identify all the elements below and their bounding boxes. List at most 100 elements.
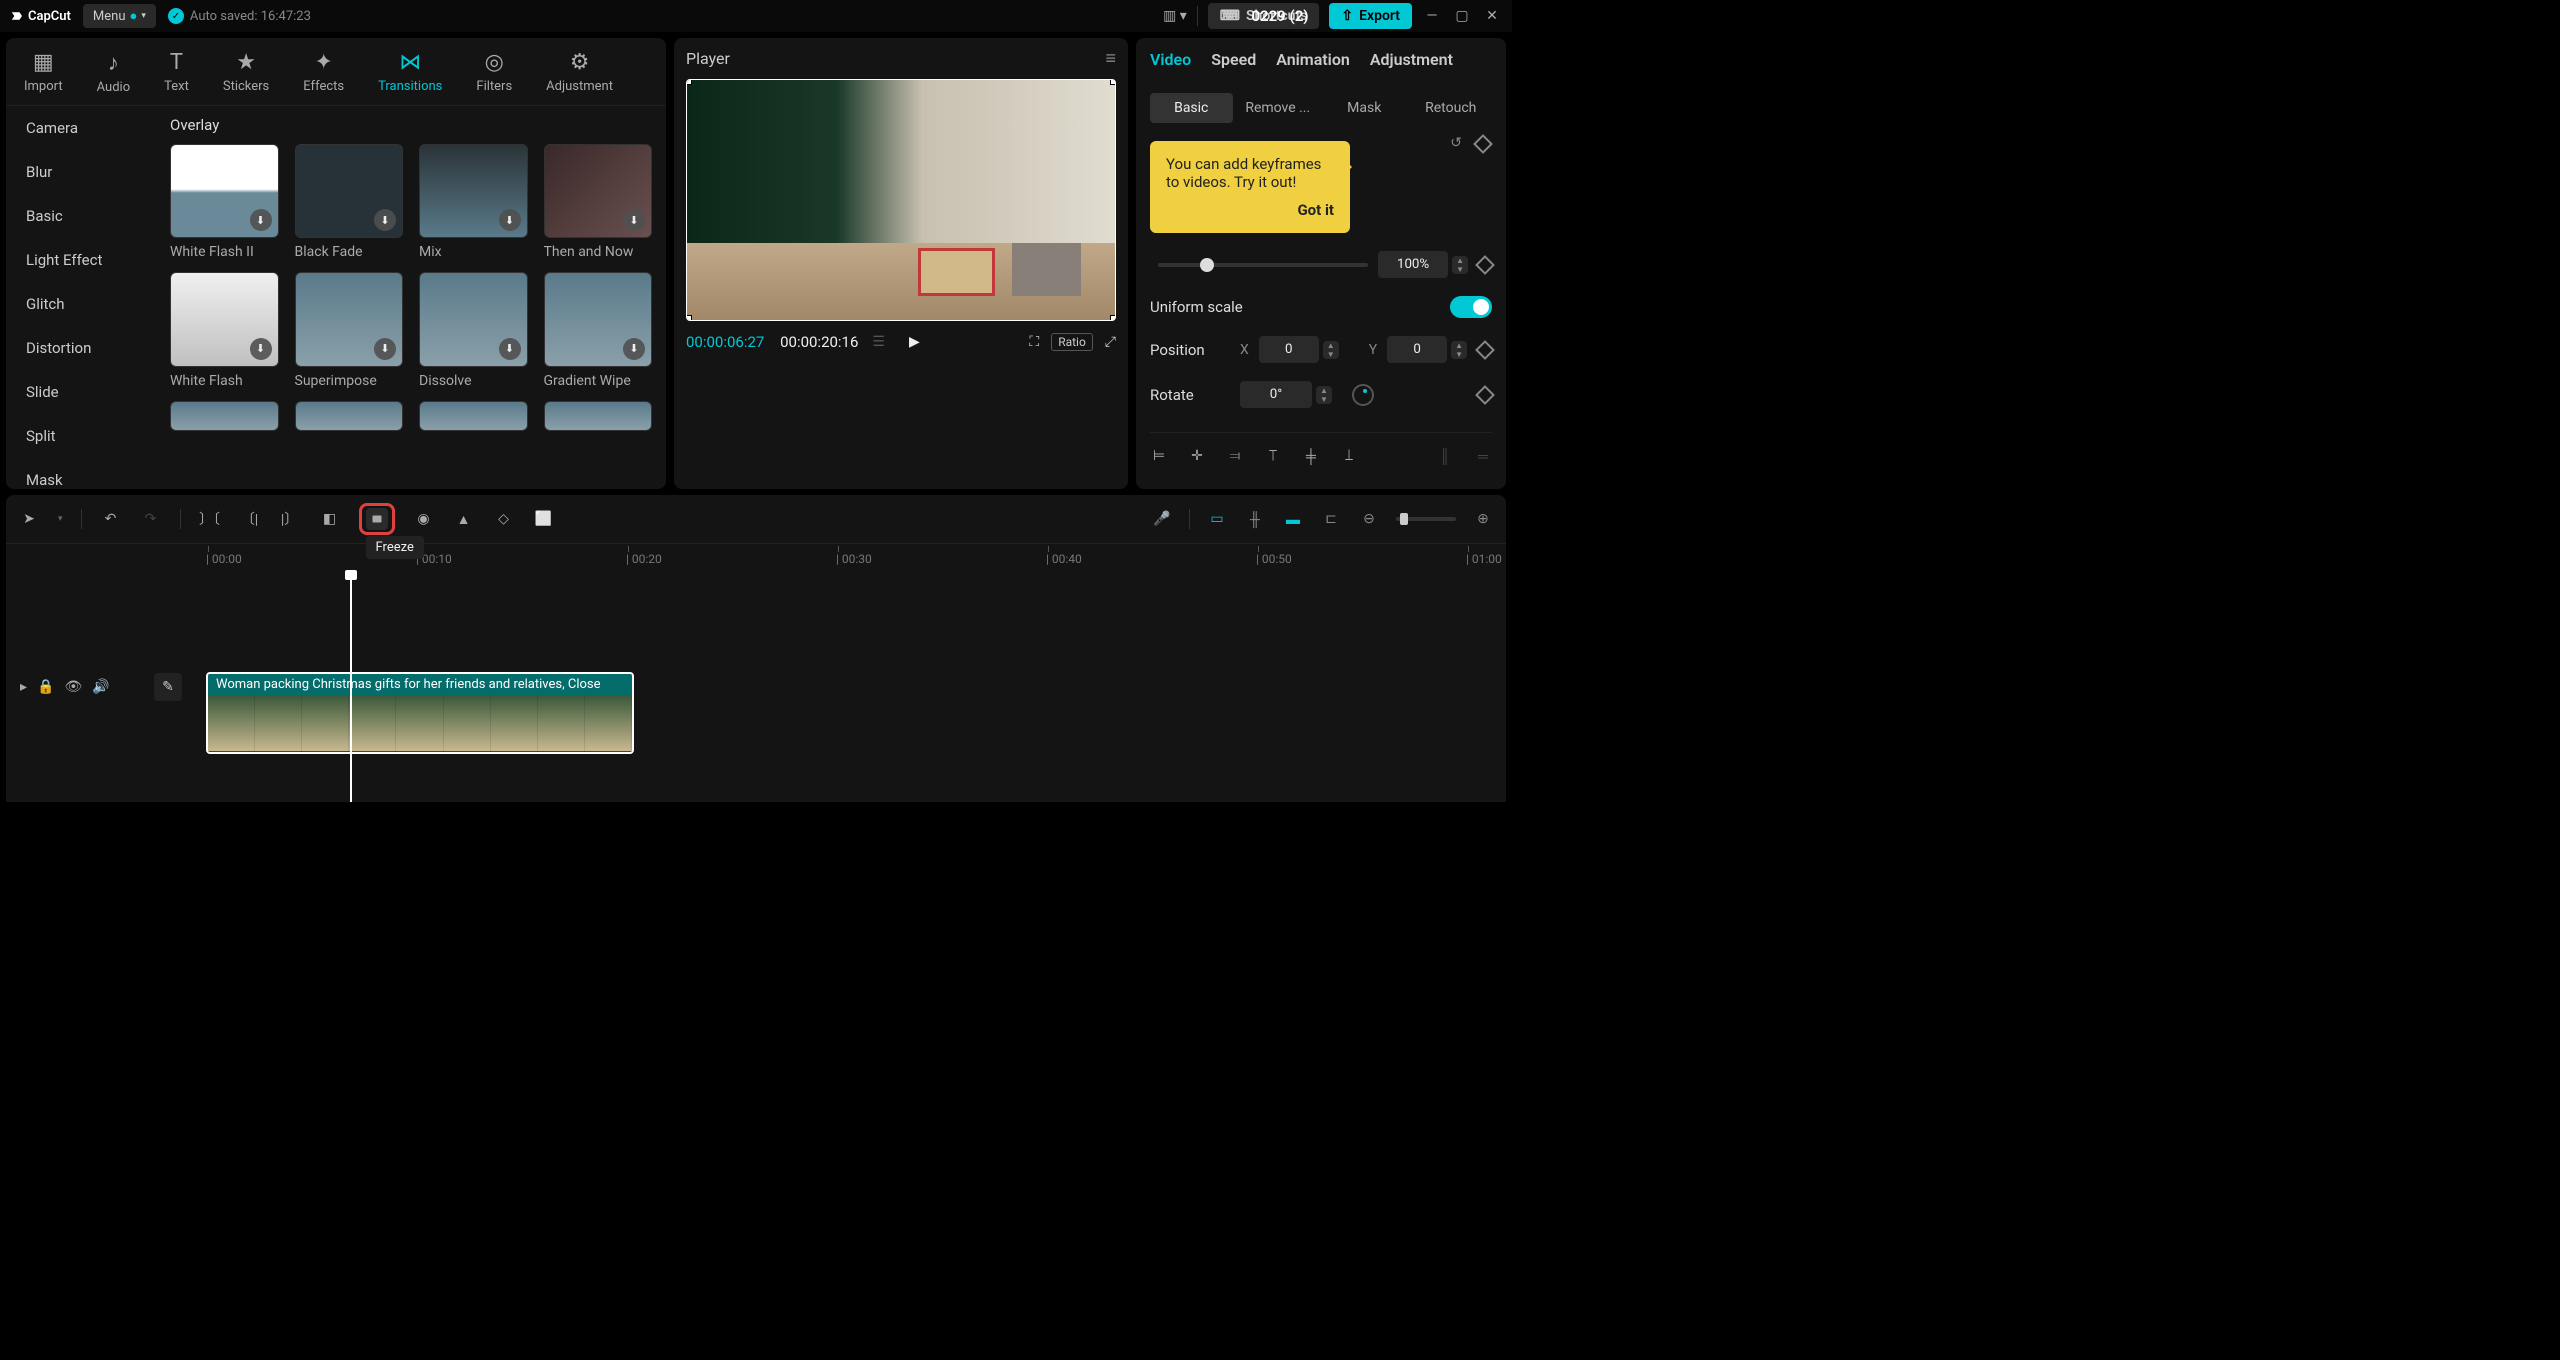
player-viewport[interactable] [686,79,1116,321]
zoom-slider-icon[interactable] [1396,517,1456,521]
got-it-button[interactable]: Got it [1166,201,1334,219]
rotate-spinner[interactable]: ▲▼ [1316,386,1332,404]
play-button[interactable]: ▶ [909,334,920,350]
inspector-tab-speed[interactable]: Speed [1211,50,1256,77]
category-camera[interactable]: Camera [14,106,148,150]
download-icon[interactable]: ⬇ [499,209,521,231]
transition-thumb[interactable]: ⬇White Flash [170,272,279,388]
download-icon[interactable]: ⬇ [250,209,272,231]
category-split[interactable]: Split [14,414,148,458]
align-vcenter-icon[interactable]: ╪ [1302,447,1320,465]
scale-spinner[interactable]: ▲▼ [1452,256,1468,274]
top-tab-filters[interactable]: ◎Filters [468,46,520,105]
category-mask[interactable]: Mask [14,458,148,489]
distribute-h-icon[interactable]: ║ [1436,447,1454,465]
playhead[interactable] [350,572,352,802]
category-slide[interactable]: Slide [14,370,148,414]
transition-thumb[interactable] [544,401,653,431]
transition-thumb[interactable] [419,401,528,431]
trim-left-icon[interactable]: 〔| [239,508,261,530]
sub-tab-retouch[interactable]: Retouch [1410,93,1493,123]
rotate-dial-icon[interactable] [1352,384,1374,406]
scale-slider-thumb[interactable] [1200,258,1214,272]
mirror-icon[interactable]: ▲ [453,508,475,530]
pos-x-spinner[interactable]: ▲▼ [1323,341,1339,359]
reset-icon[interactable]: ↺ [1450,135,1462,153]
zoom-out-icon[interactable]: ⊖ [1358,508,1380,530]
transition-thumb[interactable] [295,401,404,431]
distribute-v-icon[interactable]: ═ [1474,447,1492,465]
transition-thumb[interactable]: ⬇Black Fade [295,144,404,260]
marker-icon[interactable]: ⊏ [1320,508,1342,530]
top-tab-effects[interactable]: ✦Effects [295,46,352,105]
track-lock-icon[interactable]: 🔒 [37,679,54,695]
export-button[interactable]: ⇧ Export [1329,3,1412,29]
edit-handle-icon[interactable]: ✎ [154,673,182,701]
align-bottom-icon[interactable]: ⟘ [1340,447,1358,465]
align-top-icon[interactable]: ⟙ [1264,447,1282,465]
minimize-button[interactable]: — [1422,6,1442,26]
inspector-tab-video[interactable]: Video [1150,50,1191,77]
category-blur[interactable]: Blur [14,150,148,194]
sub-tab-mask[interactable]: Mask [1323,93,1406,123]
transition-thumb[interactable]: ⬇Mix [419,144,528,260]
timeline-tracks[interactable]: Woman packing Christmas gifts for her fr… [184,572,1506,802]
download-icon[interactable]: ⬇ [623,209,645,231]
redo-icon[interactable]: ↷ [140,508,162,530]
freeze-tool-icon[interactable]: Freeze [366,508,388,530]
sub-tab-basic[interactable]: Basic [1150,93,1233,123]
transition-thumb[interactable]: ⬇White Flash II [170,144,279,260]
selection-handle[interactable] [686,315,692,321]
transition-thumb[interactable]: ⬇Gradient Wipe [544,272,653,388]
trim-right-icon[interactable]: |〕 [279,508,301,530]
download-icon[interactable]: ⬇ [374,338,396,360]
download-icon[interactable]: ⬇ [499,338,521,360]
transition-thumb[interactable]: ⬇Superimpose [295,272,404,388]
selection-handle[interactable] [1110,315,1116,321]
transition-thumb[interactable]: ⬇Then and Now [544,144,653,260]
track-visible-icon[interactable]: 👁 [64,679,82,695]
rotate-input[interactable] [1240,381,1312,408]
category-glitch[interactable]: Glitch [14,282,148,326]
transition-thumb[interactable] [170,401,279,431]
top-tab-audio[interactable]: ♪Audio [89,46,138,105]
scale-keyframe-icon[interactable] [1475,255,1495,275]
split-tool-icon[interactable]: 〕〔 [199,508,221,530]
fullscreen-icon[interactable]: ⤢ [1105,334,1116,350]
crop-tool-icon[interactable]: ◧ [319,508,341,530]
video-clip[interactable]: Woman packing Christmas gifts for her fr… [206,672,634,754]
ratio-button[interactable]: Ratio [1051,333,1093,351]
download-icon[interactable]: ⬇ [374,209,396,231]
menu-button[interactable]: Menu●▾ [83,4,156,28]
align-left-icon[interactable]: ⊨ [1150,447,1168,465]
sub-tab-remove[interactable]: Remove ... [1237,93,1320,123]
layout-icon[interactable]: ▥ ▾ [1163,8,1187,24]
close-button[interactable]: ✕ [1482,6,1502,26]
position-keyframe-icon[interactable] [1475,340,1495,360]
top-tab-transitions[interactable]: ⋈Transitions [370,46,450,105]
download-icon[interactable]: ⬇ [623,338,645,360]
position-y-input[interactable] [1387,336,1447,363]
track-mute-icon[interactable]: 🔊 [92,679,109,695]
crop-icon[interactable]: ⬜ [533,508,555,530]
category-light-effect[interactable]: Light Effect [14,238,148,282]
top-tab-text[interactable]: TText [156,46,197,105]
track-video-icon[interactable]: ▸ [20,679,27,695]
selection-handle[interactable] [686,79,692,85]
undo-icon[interactable]: ↶ [100,508,122,530]
maximize-button[interactable]: ▢ [1452,6,1472,26]
top-tab-stickers[interactable]: ★Stickers [215,46,277,105]
timeline-ruler[interactable]: | 00:00| 00:10| 00:20| 00:30| 00:40| 00:… [6,544,1506,572]
reverse-icon[interactable]: ◉ [413,508,435,530]
inspector-tab-adjustment[interactable]: Adjustment [1370,50,1453,77]
list-icon[interactable]: ☰ [872,334,885,350]
align-hcenter-icon[interactable]: ✛ [1188,447,1206,465]
category-distortion[interactable]: Distortion [14,326,148,370]
link-icon[interactable]: ╫ [1244,508,1266,530]
zoom-in-icon[interactable]: ⊕ [1472,508,1494,530]
uniform-scale-toggle[interactable] [1450,296,1492,318]
snap-icon[interactable]: ▬ [1282,508,1304,530]
mic-icon[interactable]: 🎤 [1151,508,1173,530]
rotate-tool-icon[interactable]: ◇ [493,508,515,530]
align-right-icon[interactable]: ⫤ [1226,447,1244,465]
